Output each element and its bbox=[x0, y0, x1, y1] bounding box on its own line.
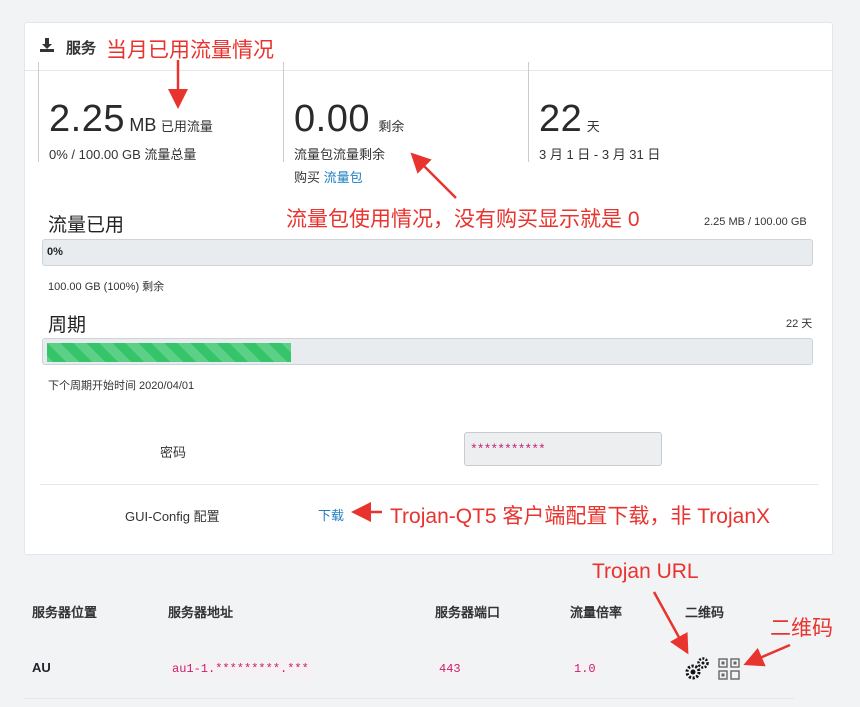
arrow-trojan-url bbox=[652, 591, 689, 655]
annotation-arrows bbox=[168, 60, 791, 667]
arrow-qrcode bbox=[743, 643, 791, 667]
arrow-package-usage bbox=[410, 152, 457, 199]
